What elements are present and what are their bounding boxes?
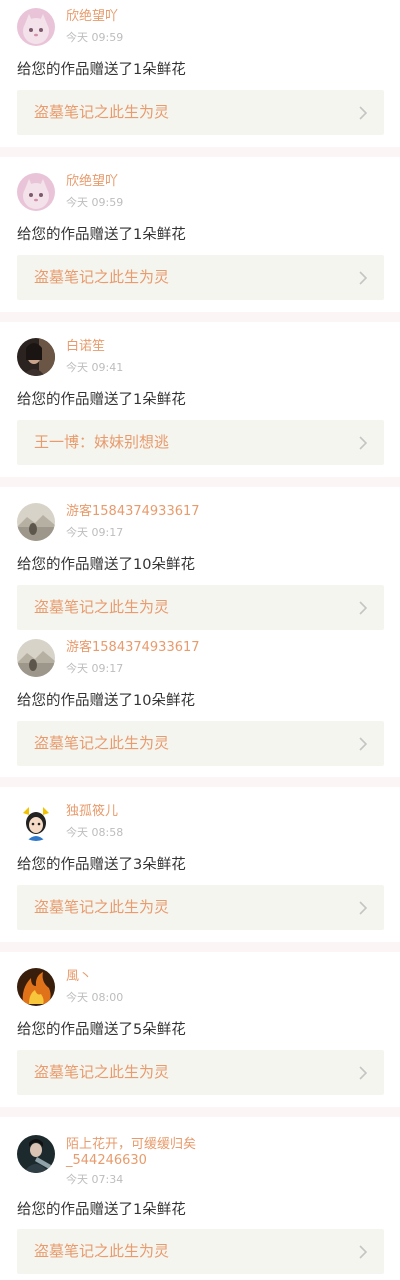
work-title: 盗墓笔记之此生为灵 <box>34 898 170 916</box>
username[interactable]: 風丶 <box>66 969 92 985</box>
gift-message: 给您的作品赠送了1朵鲜花 <box>17 62 186 78</box>
work-title: 盗墓笔记之此生为灵 <box>34 598 170 616</box>
username[interactable]: 独孤筱儿 <box>66 804 118 820</box>
username[interactable]: 游客1584374933617 <box>66 640 200 656</box>
user-avatar[interactable] <box>17 503 55 541</box>
work-title: 盗墓笔记之此生为灵 <box>34 734 170 752</box>
gift-message: 给您的作品赠送了3朵鲜花 <box>17 857 186 873</box>
timestamp: 今天 09:59 <box>66 196 124 209</box>
chevron-right-icon <box>359 737 368 751</box>
gift-message: 给您的作品赠送了10朵鲜花 <box>17 693 195 709</box>
username[interactable]: 欣绝望吖 <box>66 9 118 25</box>
work-title: 盗墓笔记之此生为灵 <box>34 103 170 121</box>
gift-message: 给您的作品赠送了1朵鲜花 <box>17 1202 186 1218</box>
username[interactable]: 欣绝望吖 <box>66 174 118 190</box>
work-title: 盗墓笔记之此生为灵 <box>34 268 170 286</box>
cartoon-avatar-icon <box>17 803 55 841</box>
section-divider <box>0 477 400 487</box>
timestamp: 今天 09:17 <box>66 662 124 675</box>
work-link-card[interactable]: 盗墓笔记之此生为灵 <box>17 721 384 766</box>
user-avatar[interactable] <box>17 8 55 46</box>
timestamp: 今天 09:17 <box>66 526 124 539</box>
chevron-right-icon <box>359 1066 368 1080</box>
section-divider <box>0 777 400 787</box>
chevron-right-icon <box>359 436 368 450</box>
section-divider <box>0 147 400 157</box>
landscape-avatar-icon <box>17 503 55 541</box>
work-link-card[interactable]: 王一博：妹妹别想逃 <box>17 420 384 465</box>
gift-message: 给您的作品赠送了10朵鲜花 <box>17 557 195 573</box>
section-divider <box>0 942 400 952</box>
section-divider <box>0 312 400 322</box>
work-title: 盗墓笔记之此生为灵 <box>34 1242 170 1260</box>
cat-avatar-icon <box>17 173 55 211</box>
user-avatar[interactable] <box>17 1135 55 1173</box>
work-title: 盗墓笔记之此生为灵 <box>34 1063 170 1081</box>
chevron-right-icon <box>359 106 368 120</box>
user-avatar[interactable] <box>17 803 55 841</box>
dark-figure-avatar-icon <box>17 1135 55 1173</box>
gift-message: 给您的作品赠送了1朵鲜花 <box>17 392 186 408</box>
chevron-right-icon <box>359 1245 368 1259</box>
chevron-right-icon <box>359 901 368 915</box>
landscape-avatar-icon <box>17 639 55 677</box>
timestamp: 今天 07:34 <box>66 1173 124 1186</box>
username[interactable]: 游客1584374933617 <box>66 504 200 520</box>
user-avatar[interactable] <box>17 173 55 211</box>
chevron-right-icon <box>359 271 368 285</box>
work-link-card[interactable]: 盗墓笔记之此生为灵 <box>17 1229 384 1274</box>
work-link-card[interactable]: 盗墓笔记之此生为灵 <box>17 885 384 930</box>
fire-avatar-icon <box>17 968 55 1006</box>
timestamp: 今天 08:58 <box>66 826 124 839</box>
user-avatar[interactable] <box>17 968 55 1006</box>
section-divider <box>0 1107 400 1117</box>
timestamp: 今天 08:00 <box>66 991 124 1004</box>
work-link-card[interactable]: 盗墓笔记之此生为灵 <box>17 1050 384 1095</box>
work-link-card[interactable]: 盗墓笔记之此生为灵 <box>17 255 384 300</box>
gift-message: 给您的作品赠送了5朵鲜花 <box>17 1022 186 1038</box>
chevron-right-icon <box>359 601 368 615</box>
work-link-card[interactable]: 盗墓笔记之此生为灵 <box>17 585 384 630</box>
timestamp: 今天 09:59 <box>66 31 124 44</box>
gift-message: 给您的作品赠送了1朵鲜花 <box>17 227 186 243</box>
work-link-card[interactable]: 盗墓笔记之此生为灵 <box>17 90 384 135</box>
gift-notification-feed: 欣绝望吖 今天 09:59 给您的作品赠送了1朵鲜花 盗墓笔记之此生为灵 欣绝望… <box>0 0 400 1280</box>
user-avatar[interactable] <box>17 338 55 376</box>
cat-avatar-icon <box>17 8 55 46</box>
user-avatar[interactable] <box>17 639 55 677</box>
timestamp: 今天 09:41 <box>66 361 124 374</box>
work-title: 王一博：妹妹别想逃 <box>34 433 170 451</box>
username[interactable]: 白诺笙 <box>66 339 105 355</box>
dark-portrait-avatar-icon <box>17 338 55 376</box>
username[interactable]: 陌上花开，可缓缓归矣_544246630 <box>66 1137 226 1169</box>
